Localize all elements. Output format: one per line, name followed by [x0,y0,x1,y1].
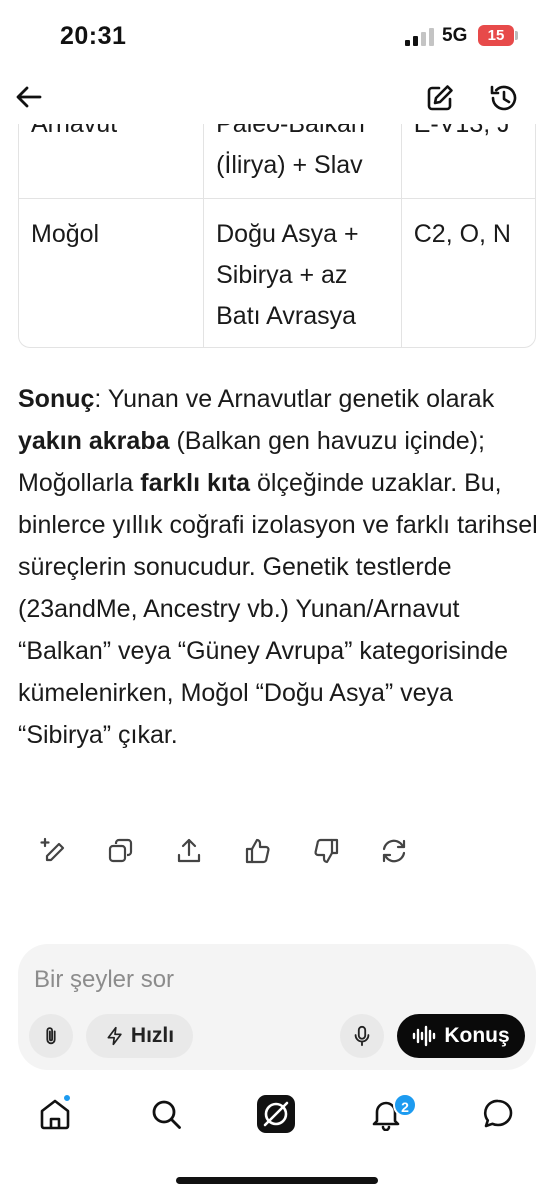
signal-icon [405,28,434,46]
table-cell: E-V13, J [413,124,510,138]
ask-input[interactable] [34,960,514,1000]
thumbs-up-icon[interactable] [243,836,273,866]
message-composer: Hızlı Konuş [18,944,536,1070]
nav-grok[interactable] [256,1094,296,1134]
status-time: 20:31 [60,22,127,50]
table-cell: Doğu Asya + [216,219,359,248]
chat-header [0,72,554,124]
table-cell: Paleo-Balkan [216,124,365,138]
mic-icon [354,1025,370,1047]
chat-bubble-icon [483,1099,513,1128]
share-icon[interactable] [174,836,204,866]
fast-mode-label: Hızlı [130,1024,175,1047]
back-arrow-icon[interactable] [14,82,44,112]
talk-button[interactable]: Konuş [397,1014,525,1058]
response-summary: Sonuç: Yunan ve Arnavutlar genetik olara… [18,385,538,749]
fast-mode-button[interactable]: Hızlı [86,1014,193,1058]
copy-icon[interactable] [106,836,136,866]
battery-tip [515,31,518,40]
nav-search[interactable] [146,1094,186,1134]
new-chat-edit-icon[interactable] [424,82,456,114]
battery-icon: 15 [478,25,514,46]
table-cell: (İlirya) + Slav [216,151,363,179]
grok-logo-icon [257,1095,295,1133]
nav-messages[interactable] [478,1094,518,1134]
table-row: Arnavut Paleo-Balkan (İlirya) + Slav E-V… [19,124,535,198]
table-row: Moğol Doğu Asya + Sibirya + az Batı Avra… [19,197,535,347]
talk-label: Konuş [444,1024,510,1047]
status-bar: 20:31 5G 15 [0,0,554,70]
table-cell: Moğol [19,197,205,347]
paperclip-icon [46,1027,56,1045]
summary-label: Sonuç [18,385,95,413]
home-indicator [176,1177,378,1184]
notification-badge: 2 [393,1093,417,1117]
genetics-table: Arnavut Paleo-Balkan (İlirya) + Slav E-V… [18,124,536,348]
search-icon [152,1100,181,1129]
table-cell: C2, O, N [401,197,535,347]
edit-sparkle-icon[interactable] [38,836,68,866]
attach-button[interactable] [29,1014,73,1058]
table-cell: Batı Avrasya [216,301,357,330]
regenerate-icon[interactable] [379,836,409,866]
table-cell: Sibirya + az [216,260,348,289]
lightning-icon [107,1026,122,1046]
mic-button[interactable] [340,1014,384,1058]
history-icon[interactable] [488,82,520,114]
bottom-nav: 2 [0,1088,554,1148]
network-label: 5G [442,25,468,46]
thumbs-down-icon[interactable] [311,836,341,866]
table-cell: Arnavut [31,124,118,138]
voice-wave-icon [413,1025,436,1047]
home-unread-dot [62,1093,72,1103]
message-actions [0,836,554,870]
